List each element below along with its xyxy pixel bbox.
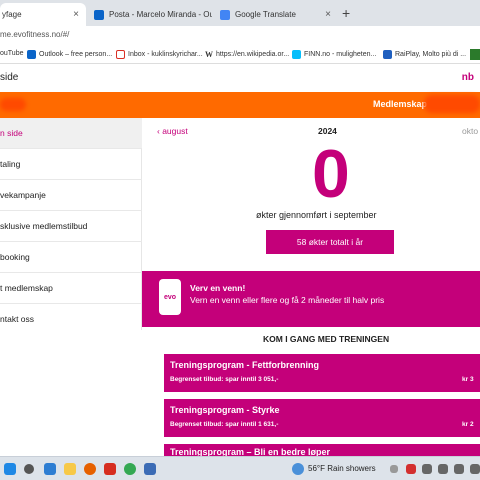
acrobat-icon[interactable] (406, 464, 416, 474)
evo-app-icon: evo (159, 279, 181, 315)
sidebar-item-home[interactable]: n side (0, 118, 142, 149)
url-text: me.evofitness.no/#/ (0, 30, 70, 39)
chrome-icon[interactable] (124, 463, 136, 475)
referral-banner[interactable]: evo Verv en venn! Vern en venn eller fle… (142, 271, 480, 327)
total-sessions-button[interactable]: 58 økter totalt i år (266, 230, 394, 254)
bookmark-label: ouTube (0, 50, 24, 57)
language-selector[interactable]: nb (462, 72, 474, 83)
sidebar-item-label: ntakt oss (0, 314, 35, 324)
sidebar-item-kontakt-oss[interactable]: ntakt oss (0, 304, 142, 335)
weather-icon (292, 463, 304, 475)
start-icon[interactable] (4, 463, 16, 475)
network-icon[interactable] (438, 464, 448, 474)
program-card-loper[interactable]: Treningsprogram – Bli en bedre løper (164, 444, 480, 457)
program-card-fettforbrenning[interactable]: Treningsprogram - Fettforbrenning Begren… (164, 354, 480, 392)
finn-icon (292, 50, 301, 59)
tab-google-translate[interactable]: Google Translate × (214, 3, 338, 26)
bookmark-wikipedia[interactable]: W https://en.wikipedia.or... (205, 50, 289, 59)
sidebar-item-label: taling (0, 159, 21, 169)
bookmark-outlook[interactable]: Outlook – free person... (27, 50, 112, 59)
tab-outlook[interactable]: Posta - Marcelo Miranda - Outl × (88, 3, 212, 26)
tab-label: Posta - Marcelo Miranda - Outl (109, 10, 212, 19)
site-header: side nb (0, 64, 480, 92)
sidebar-item-booking[interactable]: booking (0, 242, 142, 273)
sidebar-item-eksklusive-medlemstilbud[interactable]: sklusive medlemstilbud (0, 211, 142, 242)
battery-icon[interactable] (470, 464, 480, 474)
redacted-name (0, 98, 26, 111)
browser-tab-bar: yfage × Posta - Marcelo Miranda - Outl ×… (0, 0, 480, 26)
outlook-icon (94, 9, 104, 20)
redacted-number (424, 95, 480, 113)
sidebar-item-label: n side (0, 128, 23, 138)
program-offer: Begrenset tilbud: spar inntil 1 631,- (170, 421, 279, 428)
sidebar-item-label: sklusive medlemstilbud (0, 221, 88, 231)
sessions-caption: økter gjennomført i september (256, 210, 377, 220)
wikipedia-icon: W (205, 50, 213, 59)
year-label: 2024 (318, 126, 337, 136)
sidebar-item-label: t medlemskap (0, 283, 53, 293)
folder-icon[interactable] (64, 463, 76, 475)
address-bar[interactable]: me.evofitness.no/#/ (0, 26, 480, 47)
sidebar-item-vervekampanje[interactable]: vekampanje (0, 180, 142, 211)
bookmark-label: FINN.no - muligheten... (304, 51, 377, 58)
weather-text[interactable]: 56°F Rain showers (308, 464, 376, 473)
edge-icon[interactable] (44, 463, 56, 475)
bookmark-gmail[interactable]: Inbox - kuklinskyrichar... (116, 50, 203, 59)
program-offer: Begrenset tilbud: spar inntil 3 051,- (170, 376, 279, 383)
main-content: ‹ august 2024 okto 0 økter gjennomført i… (142, 118, 480, 457)
get-started-heading: KOM I GANG MED TRENINGEN (263, 334, 390, 344)
close-icon[interactable]: × (73, 9, 79, 20)
tab-label: Google Translate (235, 10, 296, 19)
bookmark-finn[interactable]: FINN.no - muligheten... (292, 50, 376, 59)
referral-text: Vern en venn eller flere og få 2 måneder… (190, 295, 385, 305)
home-link[interactable]: side (0, 72, 18, 83)
program-title: Treningsprogram - Fettforbrenning (170, 360, 320, 370)
referral-title: Verv en venn! (190, 283, 246, 293)
volume-icon[interactable] (454, 464, 464, 474)
next-month-button[interactable]: okto (462, 126, 478, 136)
membership-title[interactable]: Medlemskap (373, 99, 427, 109)
bookmark-youtube[interactable]: ouTube (0, 50, 23, 57)
program-title: Treningsprogram - Styrke (170, 405, 280, 415)
outlook-icon (27, 50, 36, 59)
membership-banner: Medlemskap (0, 92, 480, 118)
google-translate-icon (220, 9, 230, 20)
office-icon[interactable] (104, 463, 116, 475)
bookmark-label: RaiPlay, Molto più di ... (395, 51, 467, 58)
sidebar-item-label: vekampanje (0, 190, 46, 200)
bookmarks-bar: ouTube Outlook – free person... Inbox - … (0, 47, 480, 64)
tab-active[interactable]: yfage × (0, 3, 86, 26)
tray-chevron-icon[interactable] (390, 465, 398, 473)
program-price: kr 3 (462, 376, 474, 383)
bookmark-label: Outlook – free person... (39, 51, 113, 58)
raiplay-icon (383, 50, 392, 59)
program-price: kr 2 (462, 421, 474, 428)
bookmark-label: https://en.wikipedia.or... (216, 51, 290, 58)
dropbox-icon[interactable] (422, 464, 432, 474)
windows-taskbar: 56°F Rain showers (0, 456, 480, 480)
close-icon[interactable]: × (325, 9, 331, 20)
sessions-count: 0 (312, 136, 350, 212)
evo-logo: evo (163, 293, 177, 301)
gmail-icon (116, 50, 125, 59)
prev-month-button[interactable]: ‹ august (157, 126, 188, 136)
program-card-styrke[interactable]: Treningsprogram - Styrke Begrenset tilbu… (164, 399, 480, 437)
new-tab-button[interactable]: + (342, 5, 350, 21)
sidebar: n side taling vekampanje sklusive medlem… (0, 118, 142, 330)
search-icon[interactable] (24, 464, 34, 474)
bookmark-folder-icon[interactable] (470, 49, 480, 60)
app-icon[interactable] (144, 463, 156, 475)
firefox-icon[interactable] (84, 463, 96, 475)
sidebar-item-medlemskap[interactable]: t medlemskap (0, 273, 142, 304)
tab-label: yfage (2, 10, 22, 19)
bookmark-raiplay[interactable]: RaiPlay, Molto più di ... (383, 50, 466, 59)
bookmark-label: Inbox - kuklinskyrichar... (128, 51, 203, 58)
sidebar-item-label: booking (0, 252, 30, 262)
sidebar-item-betaling[interactable]: taling (0, 149, 142, 180)
